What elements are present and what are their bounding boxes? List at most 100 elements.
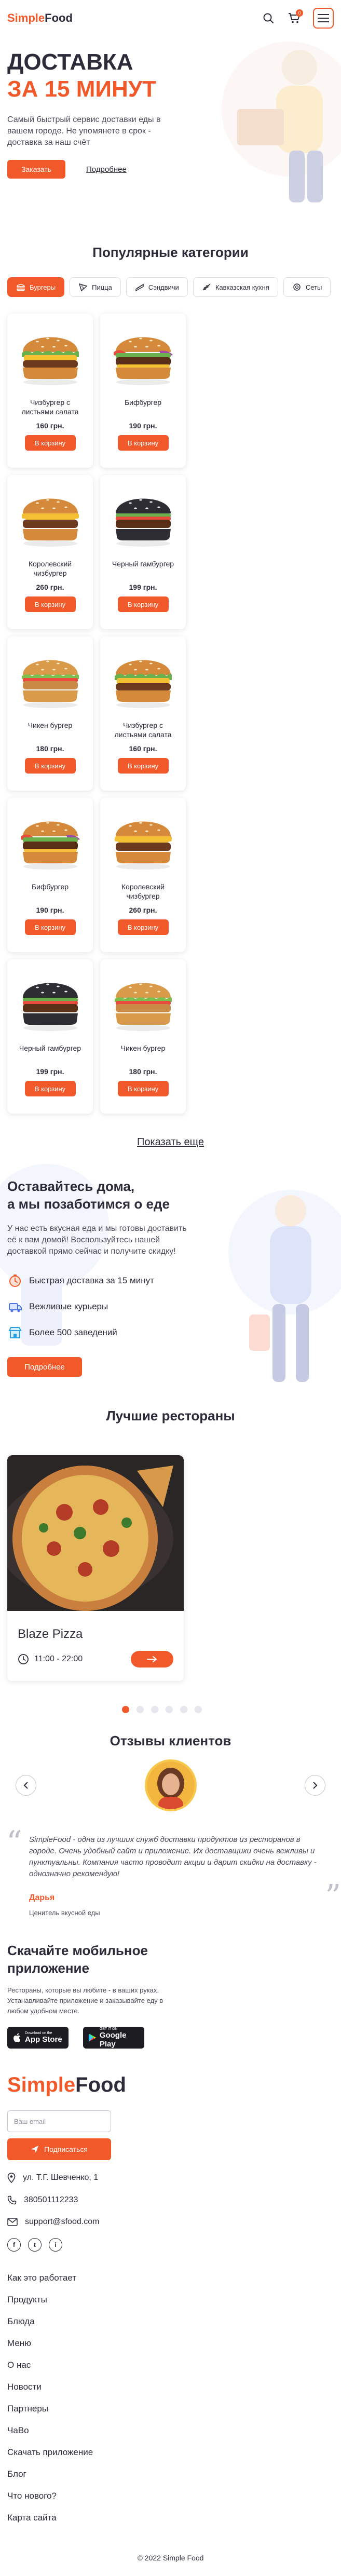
product-name: Черный гамбургер	[19, 1044, 81, 1052]
product-price: 260 грн.	[36, 583, 64, 591]
arrow-right-icon	[147, 1656, 157, 1662]
add-to-cart-button[interactable]: В корзину	[24, 1081, 76, 1096]
footer-nav-link[interactable]: Партнеры	[7, 2398, 334, 2420]
google-play-small: GET IT ON	[99, 2027, 118, 2031]
category-tab[interactable]: Кавказская кухня	[193, 277, 278, 297]
show-more-link[interactable]: Показать еще	[137, 1136, 204, 1148]
add-to-cart-button[interactable]: В корзину	[24, 758, 76, 774]
menu-button[interactable]	[313, 8, 334, 29]
add-to-cart-button[interactable]: В корзину	[117, 758, 169, 774]
hero-actions: Заказать Подробнее	[7, 160, 334, 179]
product-price: 160 грн.	[36, 422, 64, 430]
phone-icon	[7, 2195, 17, 2205]
review-prev-button[interactable]	[16, 1775, 36, 1796]
subscribe-label: Подписаться	[44, 2145, 88, 2153]
category-tab[interactable]: Сэндвичи	[126, 277, 188, 297]
category-tabs: Бургеры Пицца Сэндвичи Кавказская кухня Сеты	[0, 277, 341, 297]
carousel-dot[interactable]	[136, 1706, 144, 1713]
app-title: Скачайте мобильное приложение	[7, 1942, 334, 1977]
restaurant-card[interactable]: Blaze Pizza 11:00 - 22:00	[7, 1455, 184, 1681]
restaurant-open-button[interactable]	[131, 1651, 173, 1667]
review-author: Дарья	[29, 1893, 55, 1902]
add-to-cart-button[interactable]: В корзину	[24, 435, 76, 451]
menu-line	[318, 18, 329, 19]
product-card[interactable]: Черный гамбургер 199 грн. В корзину	[7, 959, 93, 1114]
product-price: 199 грн.	[129, 583, 157, 591]
order-button[interactable]: Заказать	[7, 160, 65, 179]
carousel-dot[interactable]	[165, 1706, 173, 1713]
logo[interactable]: SimpleFood	[7, 11, 73, 25]
carousel-dot[interactable]	[121, 1706, 129, 1713]
carousel-dot[interactable]	[180, 1706, 187, 1713]
product-card[interactable]: Королевский чизбургер 260 грн. В корзину	[7, 475, 93, 629]
subscribe-email-input[interactable]: Ваш email	[7, 2110, 111, 2132]
google-play-big: Google Play	[99, 2030, 127, 2049]
product-image	[110, 321, 177, 388]
product-card[interactable]: Чизбургер с листьями салата 160 грн. В кор…	[7, 314, 93, 468]
carousel-dot[interactable]	[151, 1706, 158, 1713]
category-tab[interactable]: Сеты	[283, 277, 331, 297]
product-card[interactable]: Бифбургер 190 грн. В корзину	[100, 314, 186, 468]
set-icon	[292, 283, 302, 291]
add-to-cart-button[interactable]: В корзину	[117, 596, 169, 612]
product-card[interactable]: Черный гамбургер 199 грн. В корзину	[100, 475, 186, 629]
footer-nav-link[interactable]: Блюда	[7, 2311, 334, 2333]
product-card[interactable]: Чикен бургер 180 грн. В корзину	[100, 959, 186, 1114]
product-image	[110, 805, 177, 873]
search-icon[interactable]	[261, 11, 276, 25]
clock-icon	[18, 1654, 29, 1664]
twitter-icon[interactable]: t	[28, 2238, 42, 2252]
add-to-cart-button[interactable]: В корзину	[117, 435, 169, 451]
product-card[interactable]: Бифбургер 190 грн. В корзину	[7, 798, 93, 952]
chevron-right-icon	[313, 1782, 318, 1789]
stay-home-more-button[interactable]: Подробнее	[7, 1357, 82, 1377]
app-store-big: App Store	[25, 2035, 62, 2044]
footer-nav-link[interactable]: Скачать приложение	[7, 2442, 334, 2463]
footer-nav-link[interactable]: Как это работает	[7, 2267, 334, 2289]
google-play-button[interactable]: GET IT ON Google Play	[83, 2027, 144, 2049]
cart-icon[interactable]: 0	[287, 9, 303, 25]
add-to-cart-button[interactable]: В корзину	[24, 919, 76, 935]
footer-nav-link[interactable]: Карта сайта	[7, 2507, 334, 2529]
stay-home-text: У нас есть вкусная еда и мы готовы доста…	[7, 1224, 187, 1256]
product-name: Королевский чизбургер	[121, 883, 165, 900]
product-card[interactable]: Королевский чизбургер 260 грн. В корзину	[100, 798, 186, 952]
carousel-dot[interactable]	[194, 1706, 202, 1713]
sandwich-icon	[135, 283, 144, 291]
product-card[interactable]: Чизбургер с листьями салата 160 грн. В кор…	[100, 636, 186, 791]
category-tab[interactable]: Бургеры	[7, 277, 65, 297]
review-avatar	[144, 1759, 197, 1811]
product-card[interactable]: Чикен бургер 180 грн. В корзину	[7, 636, 93, 791]
review-next-button[interactable]	[305, 1775, 325, 1796]
product-name: Черный гамбургер	[112, 560, 174, 568]
subscribe-button[interactable]: Подписаться	[7, 2138, 111, 2160]
restaurants-title: Лучшие рестораны	[106, 1408, 235, 1423]
footer-nav-link[interactable]: О нас	[7, 2354, 334, 2376]
stay-home-title-line1: Оставайтесь дома,	[7, 1178, 135, 1194]
product-name: Бифбургер	[31, 883, 69, 891]
facebook-icon[interactable]: f	[7, 2238, 21, 2252]
app-store-button[interactable]: Download on the App Store	[7, 2027, 69, 2049]
footer-nav-link[interactable]: Блог	[7, 2463, 334, 2485]
category-tab[interactable]: Пицца	[70, 277, 121, 297]
add-to-cart-button[interactable]: В корзину	[117, 1081, 169, 1096]
product-image	[17, 805, 84, 873]
footer-nav-link[interactable]: ЧаВо	[7, 2420, 334, 2442]
footer-logo[interactable]: SimpleFood	[7, 2073, 334, 2097]
instagram-icon[interactable]: i	[49, 2238, 62, 2252]
footer-phone[interactable]: 380501112233	[7, 2195, 334, 2205]
footer-nav-link[interactable]: Продукты	[7, 2289, 334, 2311]
restaurant-hours-text: 11:00 - 22:00	[34, 1655, 83, 1663]
footer-nav-link[interactable]: Новости	[7, 2376, 334, 2398]
cart-count-badge: 0	[296, 9, 303, 17]
apple-icon	[13, 2033, 21, 2042]
feature-item: Быстрая доставка за 15 минут	[7, 1273, 334, 1289]
footer-email[interactable]: support@sfood.com	[7, 2217, 334, 2227]
add-to-cart-button[interactable]: В корзину	[24, 596, 76, 612]
footer-nav-link[interactable]: Меню	[7, 2333, 334, 2354]
more-link[interactable]: Подробнее	[86, 165, 127, 174]
footer-nav-link[interactable]: Что нового?	[7, 2485, 334, 2507]
review-author-role: Ценитель вкусной еды	[29, 1909, 100, 1917]
add-to-cart-button[interactable]: В корзину	[117, 919, 169, 935]
app-store-text: Download on the App Store	[25, 2031, 62, 2044]
